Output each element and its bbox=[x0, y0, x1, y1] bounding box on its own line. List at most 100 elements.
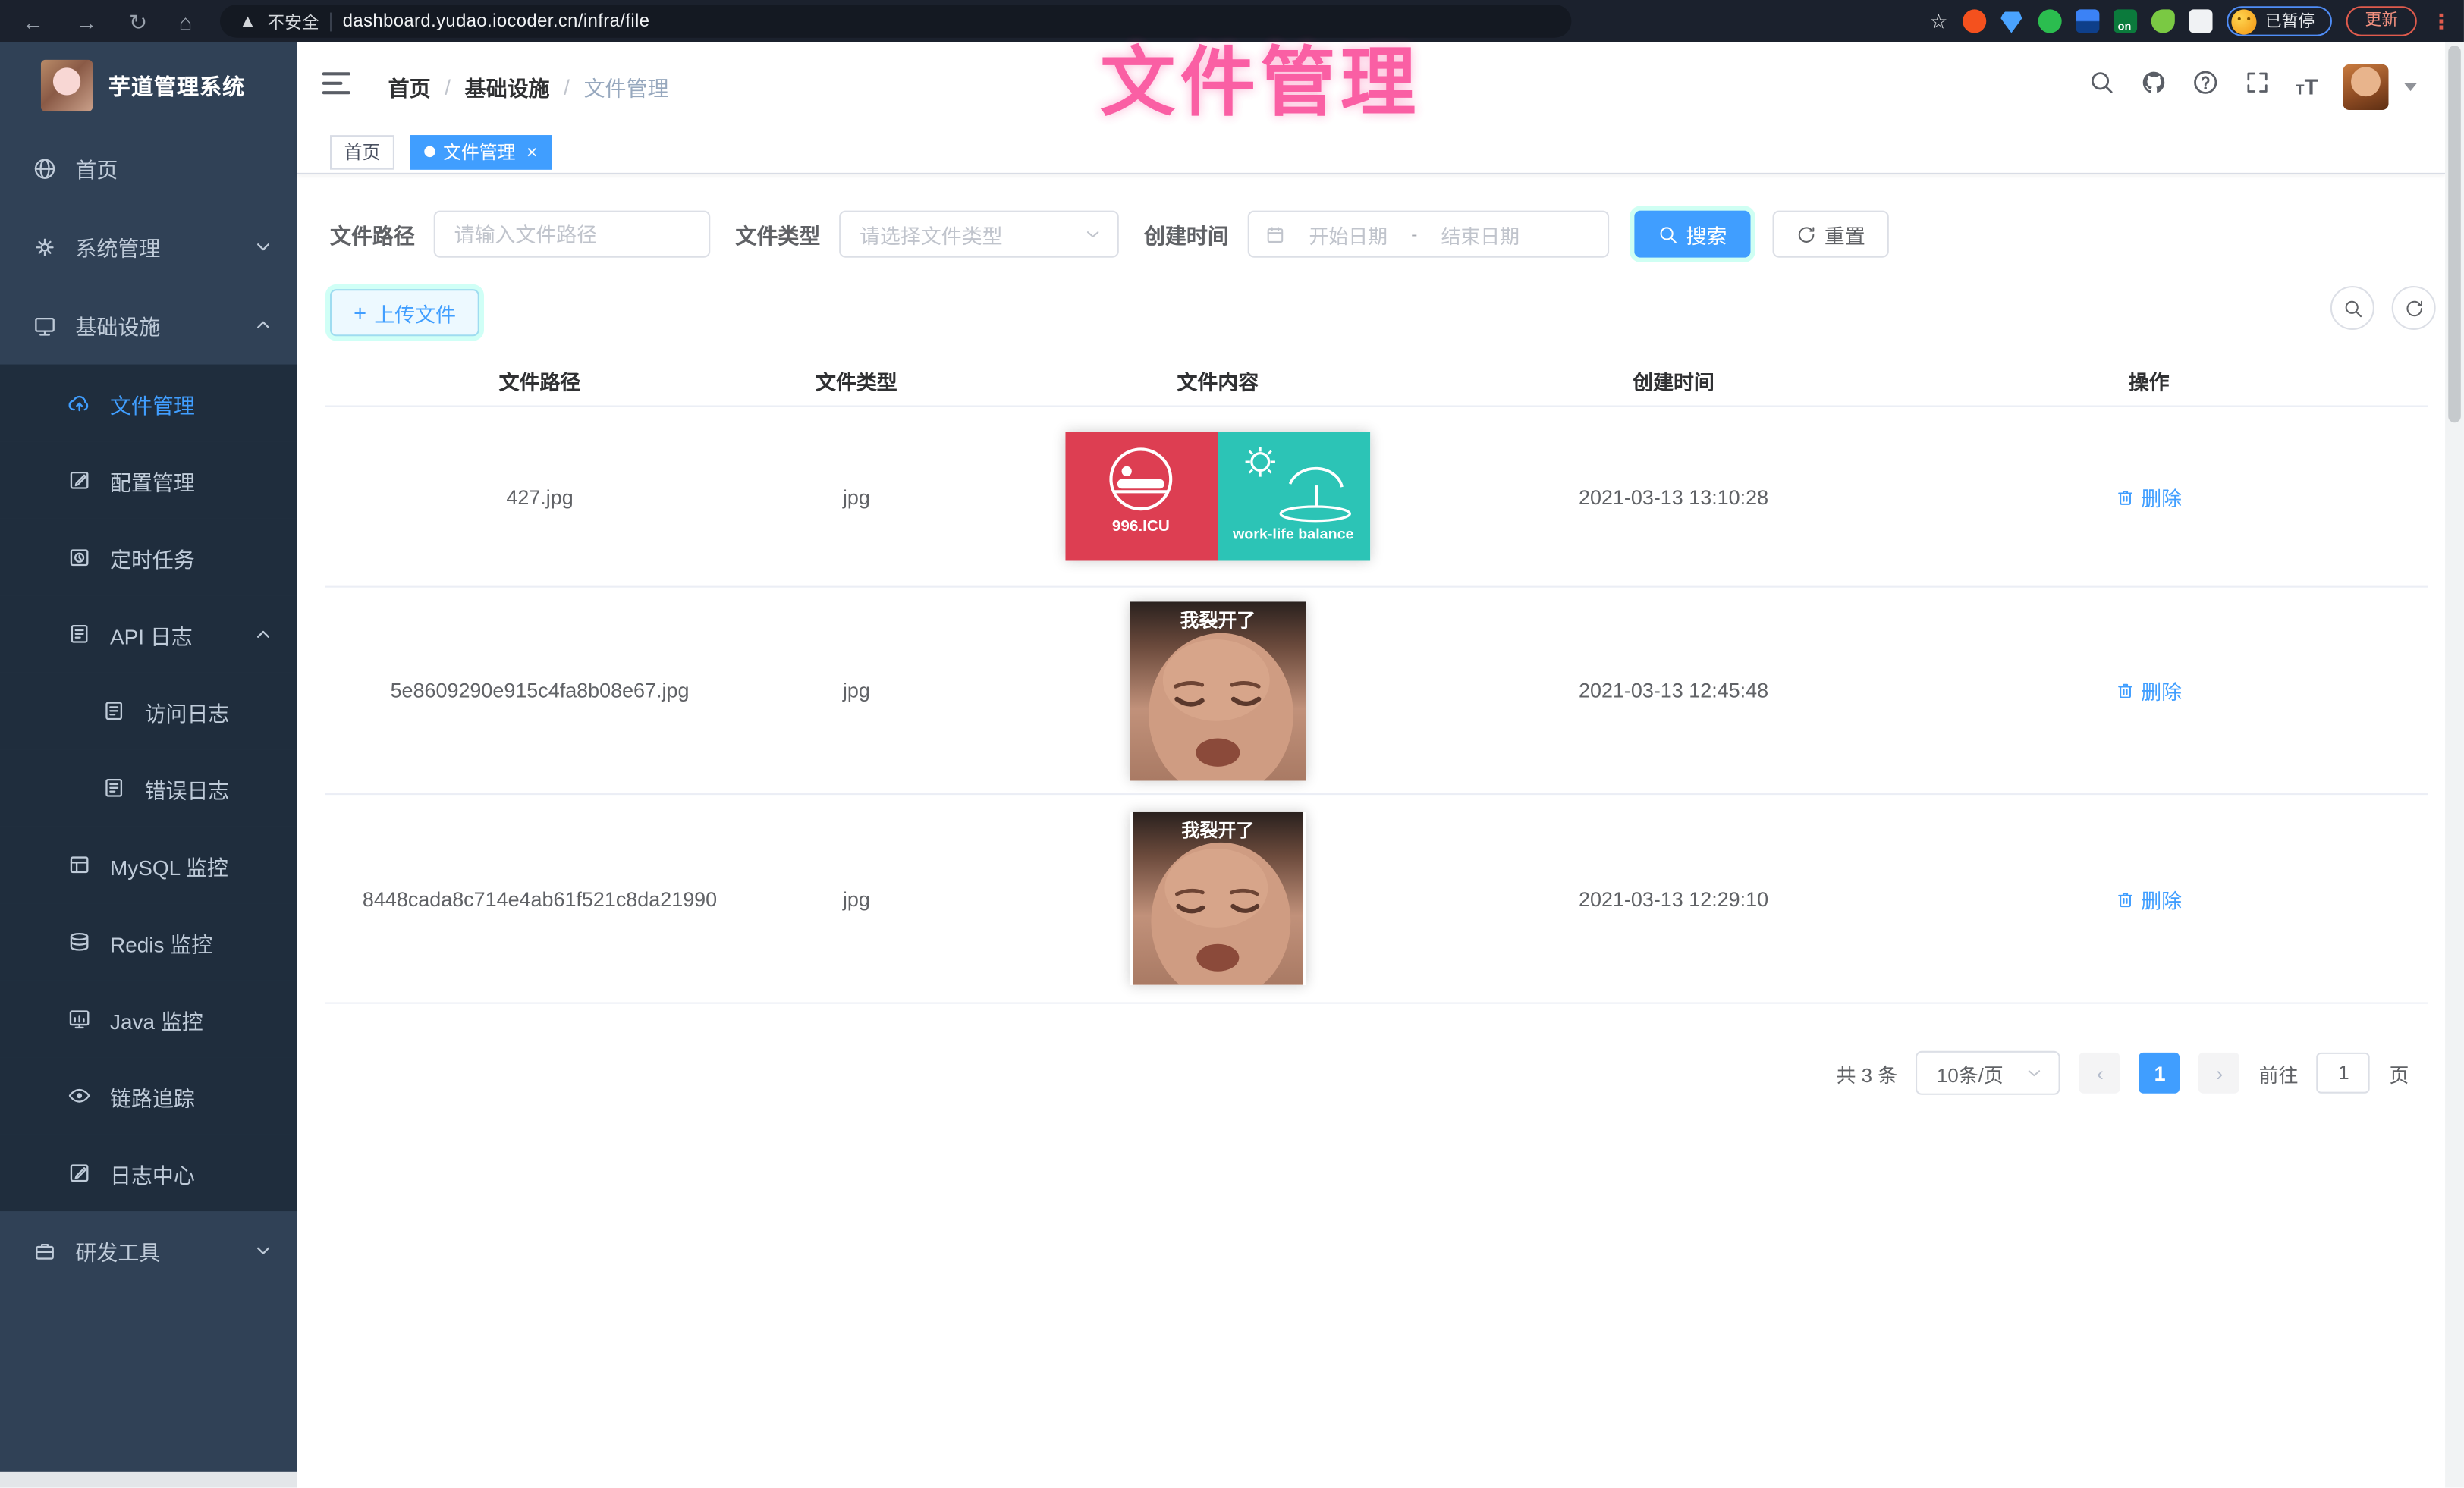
file-path-input[interactable] bbox=[434, 211, 711, 258]
breadcrumb-section[interactable]: 基础设施 bbox=[465, 71, 550, 102]
page-size-select[interactable]: 10条/页 bbox=[1916, 1051, 2061, 1095]
scrollbar-thumb[interactable] bbox=[2448, 46, 2461, 422]
create-time-label: 创建时间 bbox=[1144, 218, 1229, 250]
chevron-down-icon bbox=[251, 1238, 275, 1262]
sidebar-item-access-log[interactable]: 访问日志 bbox=[0, 673, 297, 749]
browser-menu-icon[interactable]: ⋮ bbox=[2431, 8, 2451, 33]
current-page-button[interactable]: 1 bbox=[2139, 1053, 2180, 1094]
extension-icon[interactable] bbox=[1962, 9, 1985, 33]
chevron-down-icon bbox=[251, 235, 275, 259]
sidebar-item-java-monitor[interactable]: Java 监控 bbox=[0, 981, 297, 1057]
col-header-path: 文件路径 bbox=[325, 366, 754, 396]
table-row: 8448cada8c714e4ab61f521c8da21990 jpg bbox=[325, 795, 2428, 1003]
reload-icon[interactable]: ↻ bbox=[129, 10, 147, 32]
sidebar-item-error-log[interactable]: 错误日志 bbox=[0, 749, 297, 826]
extensions-puzzle-icon[interactable] bbox=[2188, 9, 2211, 33]
back-icon[interactable]: ← bbox=[22, 10, 44, 32]
home-icon[interactable]: ⌂ bbox=[179, 10, 193, 32]
sidebar-item-dev-tools[interactable]: 研发工具 bbox=[0, 1211, 297, 1290]
sidebar-item-config[interactable]: 配置管理 bbox=[0, 441, 297, 518]
date-range-picker[interactable]: 开始日期 - 结束日期 bbox=[1248, 211, 1609, 258]
file-type-select[interactable]: 请选择文件类型 bbox=[839, 211, 1119, 258]
reset-button-label: 重置 bbox=[1824, 219, 1865, 249]
document-icon bbox=[66, 621, 91, 646]
tab-file-management[interactable]: 文件管理 × bbox=[410, 134, 552, 169]
edit-icon bbox=[66, 467, 91, 492]
document-icon bbox=[101, 775, 126, 800]
github-icon[interactable] bbox=[2140, 69, 2167, 104]
sidebar-item-file-management[interactable]: 文件管理 bbox=[0, 365, 297, 441]
bookmark-star-icon[interactable]: ☆ bbox=[1929, 8, 1947, 33]
delete-label: 删除 bbox=[2141, 676, 2182, 705]
fullscreen-icon[interactable] bbox=[2244, 69, 2271, 104]
tab-home[interactable]: 首页 bbox=[330, 134, 394, 169]
upload-file-button[interactable]: + 上传文件 bbox=[330, 289, 479, 336]
browser-profile-chip[interactable]: 已暂停 bbox=[2226, 6, 2332, 36]
eye-icon bbox=[66, 1083, 91, 1108]
collapse-sidebar-icon[interactable] bbox=[322, 72, 350, 97]
sidebar-item-api-log[interactable]: API 日志 bbox=[0, 595, 297, 672]
refresh-icon[interactable] bbox=[2392, 286, 2436, 330]
sidebar-item-log-center[interactable]: 日志中心 bbox=[0, 1135, 297, 1211]
delete-button[interactable]: 删除 bbox=[2116, 482, 2182, 511]
breadcrumb-home[interactable]: 首页 bbox=[388, 71, 431, 102]
col-header-type: 文件类型 bbox=[754, 366, 958, 396]
breadcrumb-current: 文件管理 bbox=[584, 71, 669, 102]
font-size-icon[interactable]: TT bbox=[2296, 75, 2318, 97]
sidebar-item-system[interactable]: 系统管理 bbox=[0, 207, 297, 286]
sidebar-item-scheduled-jobs[interactable]: 定时任务 bbox=[0, 519, 297, 595]
page-unit-label: 页 bbox=[2390, 1058, 2409, 1088]
extension-pin-icon[interactable] bbox=[2000, 9, 2023, 33]
forward-icon[interactable]: → bbox=[75, 10, 97, 32]
proxy-on-badge[interactable]: on bbox=[2113, 9, 2136, 33]
file-path-cell: 8448cada8c714e4ab61f521c8da21990 bbox=[325, 887, 754, 910]
sidebar-item-trace[interactable]: 链路追踪 bbox=[0, 1057, 297, 1134]
chart-monitor-icon bbox=[66, 1006, 91, 1031]
delete-button[interactable]: 删除 bbox=[2116, 884, 2182, 913]
close-icon[interactable]: × bbox=[526, 142, 538, 161]
sidebar-item-mysql-monitor[interactable]: MySQL 监控 bbox=[0, 827, 297, 903]
file-preview-crying-baby[interactable]: 我裂开了 bbox=[1130, 812, 1306, 985]
search-button[interactable]: 搜索 bbox=[1634, 211, 1750, 258]
sidebar-item-label: Redis 监控 bbox=[110, 926, 212, 957]
browser-update-button[interactable]: 更新 bbox=[2346, 6, 2417, 36]
goto-label: 前往 bbox=[2259, 1058, 2299, 1088]
sidebar-item-redis-monitor[interactable]: Redis 监控 bbox=[0, 903, 297, 980]
baby-caption: 我裂开了 bbox=[1181, 821, 1254, 841]
file-preview-crying-baby[interactable]: 我裂开了 bbox=[1130, 601, 1306, 780]
sidebar-item-label: 研发工具 bbox=[75, 1235, 160, 1266]
sidebar-item-home[interactable]: 首页 bbox=[0, 129, 297, 208]
table-header-row: 文件路径 文件类型 文件内容 创建时间 操作 bbox=[325, 356, 2428, 407]
extension-icon[interactable] bbox=[2038, 9, 2061, 33]
reset-button[interactable]: 重置 bbox=[1773, 211, 1889, 258]
toggle-search-icon[interactable] bbox=[2330, 286, 2374, 330]
actions-cell: 删除 bbox=[1870, 884, 2428, 913]
avatar-caret-icon[interactable] bbox=[2404, 83, 2417, 90]
col-header-created: 创建时间 bbox=[1477, 366, 1870, 396]
vertical-scrollbar[interactable] bbox=[2445, 42, 2464, 1488]
tab-label: 文件管理 bbox=[443, 139, 515, 164]
file-path-cell: 427.jpg bbox=[325, 485, 754, 508]
delete-button[interactable]: 删除 bbox=[2116, 676, 2182, 705]
extension-grid-icon[interactable] bbox=[2075, 9, 2098, 33]
file-path-label: 文件路径 bbox=[330, 218, 415, 250]
globe-icon bbox=[31, 155, 56, 181]
sidebar-item-label: 文件管理 bbox=[110, 388, 195, 419]
prev-page-button[interactable]: ‹ bbox=[2079, 1053, 2120, 1094]
user-avatar[interactable] bbox=[2343, 64, 2388, 109]
app-logo-row[interactable]: 芋道管理系统 bbox=[0, 42, 297, 129]
extension-leaf-icon[interactable] bbox=[2151, 9, 2174, 33]
created-time-cell: 2021-03-13 12:29:10 bbox=[1477, 887, 1870, 910]
next-page-button[interactable]: › bbox=[2199, 1053, 2240, 1094]
filter-form: 文件路径 文件类型 请选择文件类型 创建时间 开始日期 - 结束日期 搜索 bbox=[330, 211, 1889, 258]
sidebar: 芋道管理系统 首页 系统管理 基础设施 文件管理 配置管理 定时任务 bbox=[0, 42, 297, 1472]
goto-page-input[interactable] bbox=[2317, 1053, 2370, 1094]
sidebar-item-label: 配置管理 bbox=[110, 464, 195, 495]
file-preview-996icu-banner[interactable]: 996.ICU work-life balance bbox=[1065, 432, 1370, 561]
start-date-placeholder: 开始日期 bbox=[1298, 219, 1399, 249]
search-icon[interactable] bbox=[2088, 69, 2115, 104]
sidebar-item-infra[interactable]: 基础设施 bbox=[0, 286, 297, 365]
warning-icon: ▲ bbox=[239, 12, 256, 31]
help-icon[interactable] bbox=[2192, 69, 2218, 104]
app-logo bbox=[41, 60, 93, 111]
